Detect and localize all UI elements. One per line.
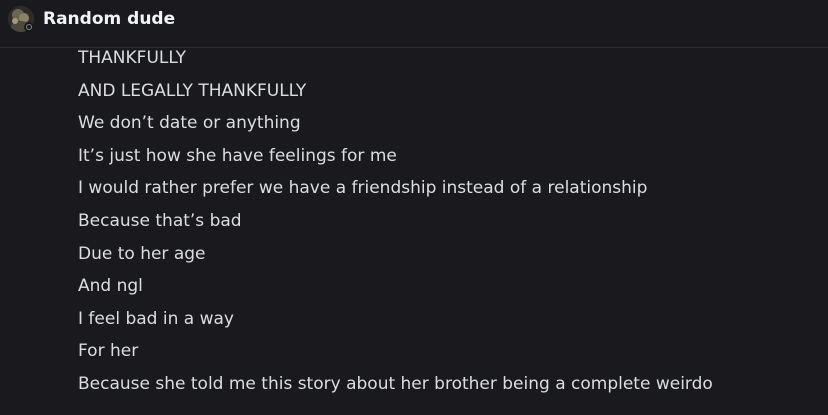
message-line: I feel bad in a way bbox=[78, 308, 234, 329]
status-indicator bbox=[24, 22, 34, 32]
message-line: Because that’s bad bbox=[78, 210, 242, 231]
message-line: For her bbox=[78, 341, 139, 362]
message-line: We don’t date or anything bbox=[78, 113, 301, 134]
message-line: Because she told me this story about her… bbox=[78, 373, 713, 394]
message-list: THANKFULLY AND LEGALLY THANKFULLY We don… bbox=[78, 45, 818, 404]
chat-header: Random dude bbox=[0, 0, 828, 48]
chat-window: Random dude THANKFULLY AND LEGALLY THANK… bbox=[0, 0, 828, 415]
message-line: THANKFULLY bbox=[78, 48, 186, 68]
message-line: And ngl bbox=[78, 276, 143, 297]
message-line: AND LEGALLY THANKFULLY bbox=[78, 80, 307, 101]
message-line: Due to her age bbox=[78, 243, 206, 264]
username[interactable]: Random dude bbox=[43, 8, 175, 30]
message-line: It’s just how she have feelings for me bbox=[78, 145, 397, 166]
message-line: I would rather prefer we have a friendsh… bbox=[78, 178, 648, 199]
offline-status-icon bbox=[26, 24, 32, 30]
